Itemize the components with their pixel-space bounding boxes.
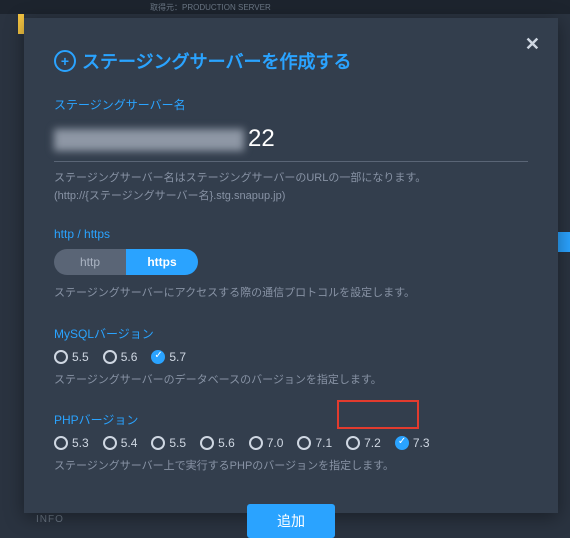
radio-label: 5.7 — [169, 350, 186, 364]
radio-label: 7.0 — [267, 436, 284, 450]
side-badge — [558, 232, 570, 252]
mysql-option-5-7[interactable]: 5.7 — [151, 350, 186, 364]
radio-label: 5.6 — [121, 350, 138, 364]
protocol-label: http / https — [54, 227, 528, 241]
mysql-label: MySQLバージョン — [54, 325, 528, 342]
radio-label: 5.5 — [169, 436, 186, 450]
php-option-5-4[interactable]: 5.4 — [103, 436, 138, 450]
mysql-options: 5.5 5.6 5.7 — [54, 350, 528, 364]
radio-icon — [200, 436, 214, 450]
staging-name-input[interactable]: 22 — [54, 121, 528, 162]
create-staging-modal: ✕ + ステージングサーバーを作成する ステージングサーバー名 22 ステージン… — [24, 18, 558, 513]
php-option-7-1[interactable]: 7.1 — [297, 436, 332, 450]
protocol-help: ステージングサーバーにアクセスする際の通信プロトコルを設定します。 — [54, 285, 528, 303]
radio-label: 5.4 — [121, 436, 138, 450]
redacted-name — [54, 129, 244, 151]
name-label: ステージングサーバー名 — [54, 96, 528, 113]
name-help-1: ステージングサーバー名はステージングサーバーのURLの一部になります。 — [54, 170, 528, 188]
plus-circle-icon: + — [54, 50, 76, 72]
radio-icon — [249, 436, 263, 450]
radio-icon — [103, 436, 117, 450]
php-options: 5.3 5.4 5.5 5.6 7.0 7.1 7.2 7.3 — [54, 436, 528, 450]
modal-title-text: ステージングサーバーを作成する — [82, 48, 351, 74]
protocol-http[interactable]: http — [54, 249, 126, 275]
radio-icon — [103, 350, 117, 364]
radio-icon — [297, 436, 311, 450]
php-label: PHPバージョン — [54, 411, 528, 428]
close-icon[interactable]: ✕ — [525, 34, 540, 55]
radio-icon — [151, 436, 165, 450]
radio-label: 7.2 — [364, 436, 381, 450]
name-help-2: (http://{ステージングサーバー名}.stg.snapup.jp) — [54, 188, 528, 206]
radio-icon — [54, 436, 68, 450]
php-option-5-5[interactable]: 5.5 — [151, 436, 186, 450]
name-suffix: 22 — [248, 125, 275, 152]
radio-icon — [346, 436, 360, 450]
radio-label: 7.3 — [413, 436, 430, 450]
php-option-7-3[interactable]: 7.3 — [395, 436, 430, 450]
radio-icon — [395, 436, 409, 450]
mysql-help: ステージングサーバーのデータベースのバージョンを指定します。 — [54, 372, 528, 390]
php-option-7-0[interactable]: 7.0 — [249, 436, 284, 450]
mysql-option-5-5[interactable]: 5.5 — [54, 350, 89, 364]
top-strip: 取得元：PRODUCTION SERVER — [0, 0, 570, 14]
submit-button[interactable]: 追加 — [247, 504, 335, 538]
protocol-https[interactable]: https — [126, 249, 198, 275]
php-help: ステージングサーバー上で実行するPHPのバージョンを指定します。 — [54, 458, 528, 476]
radio-label: 5.6 — [218, 436, 235, 450]
radio-label: 5.5 — [72, 350, 89, 364]
protocol-toggle[interactable]: http https — [54, 249, 198, 275]
mysql-option-5-6[interactable]: 5.6 — [103, 350, 138, 364]
radio-icon — [54, 350, 68, 364]
modal-title: + ステージングサーバーを作成する — [54, 48, 528, 74]
radio-label: 7.1 — [315, 436, 332, 450]
php-option-5-6[interactable]: 5.6 — [200, 436, 235, 450]
radio-icon — [151, 350, 165, 364]
radio-label: 5.3 — [72, 436, 89, 450]
php-option-7-2[interactable]: 7.2 — [346, 436, 381, 450]
php-option-5-3[interactable]: 5.3 — [54, 436, 89, 450]
